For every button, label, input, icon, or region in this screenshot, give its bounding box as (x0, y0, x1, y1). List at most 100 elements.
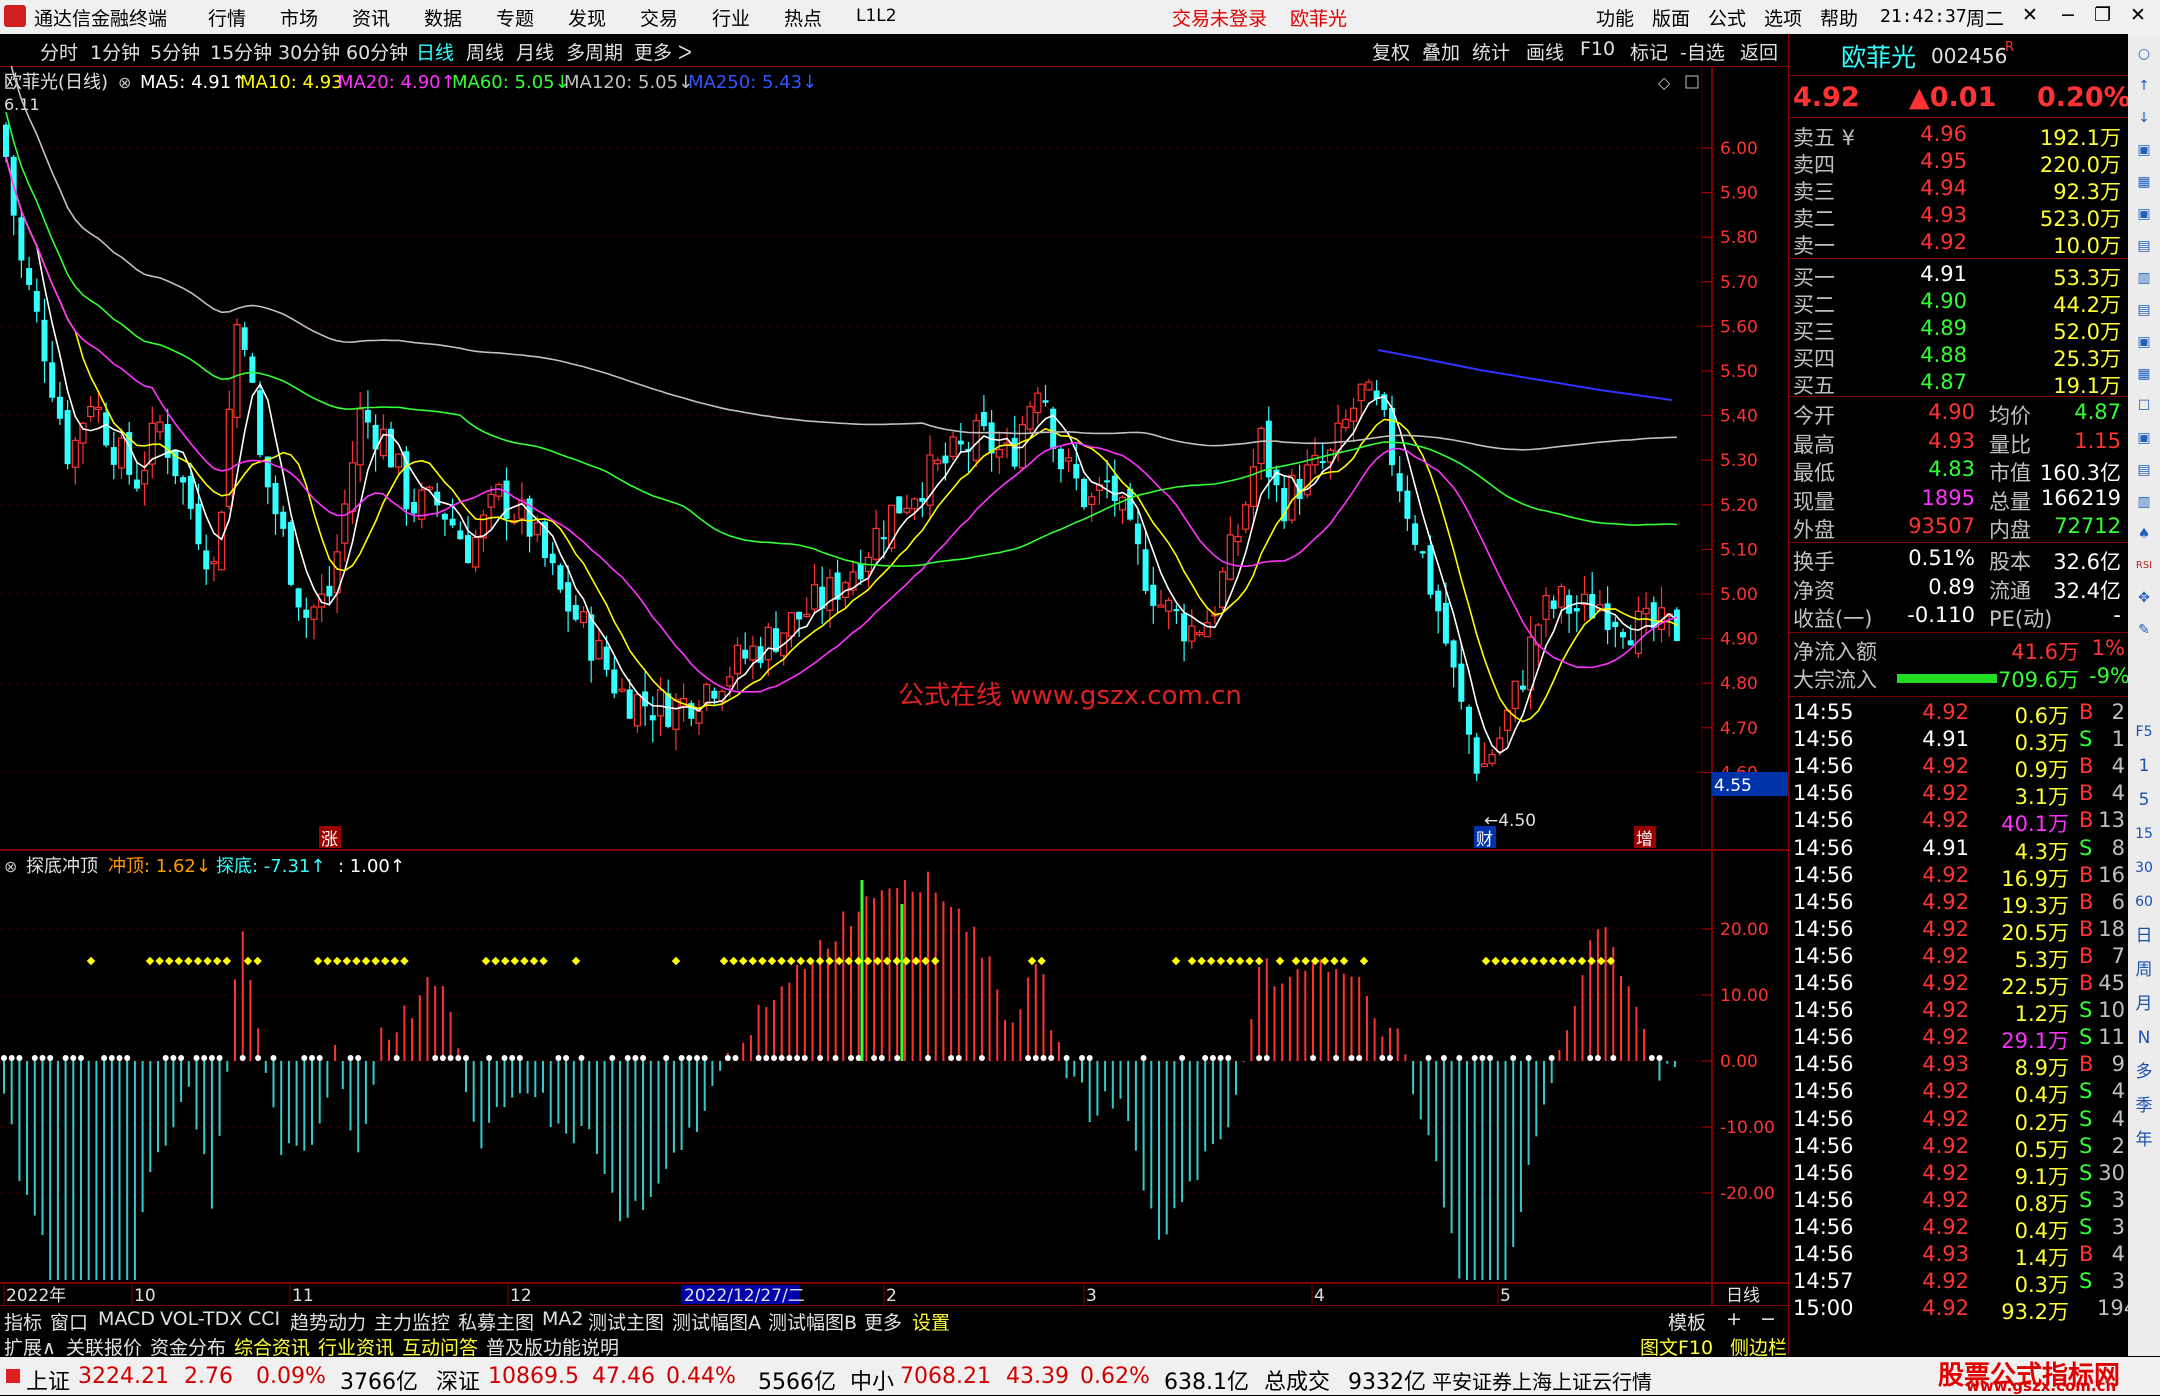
ask-price[interactable]: 4.95 (1877, 149, 1967, 176)
side-period-button[interactable]: 1 (2132, 754, 2156, 778)
close-panel-icon[interactable]: ✕ (2022, 4, 2038, 26)
tool-zixuan[interactable]: -自选 (1680, 38, 1725, 65)
side-period-button[interactable]: 日 (2132, 924, 2156, 948)
side-period-button[interactable]: 季 (2132, 1094, 2156, 1118)
zx-index-label[interactable]: 中小 (850, 1364, 894, 1396)
menu-hangye[interactable]: 行业 (712, 4, 750, 31)
period-30min[interactable]: 30分钟 (278, 38, 340, 65)
add-panel-button[interactable]: + (1726, 1308, 1742, 1330)
side-tool-icon[interactable]: ▥ (2132, 490, 2156, 514)
period-monthly[interactable]: 月线 (516, 38, 554, 65)
side-period-button[interactable]: 年 (2132, 1128, 2156, 1152)
side-tool-icon[interactable]: ▦ (2132, 362, 2156, 386)
kline-chart[interactable]: 欧菲光(日线) ⊗ MA5: 4.91↑ MA10: 4.93 MA20: 4.… (0, 66, 1788, 1306)
ask-price[interactable]: 4.93 (1877, 203, 1967, 230)
sh-index-label[interactable]: 上证 (26, 1364, 70, 1396)
side-tool-icon[interactable]: ▣ (2132, 330, 2156, 354)
tool-fuquan[interactable]: 复权 (1372, 38, 1410, 65)
menu-bangzhu[interactable]: 帮助 (1820, 4, 1858, 31)
bid-price[interactable]: 4.89 (1877, 316, 1967, 343)
login-status[interactable]: 交易未登录 (1172, 4, 1267, 31)
close-window-icon[interactable]: ✕ (2130, 4, 2146, 26)
menu-shuju[interactable]: 数据 (424, 4, 462, 31)
period-60min[interactable]: 60分钟 (346, 38, 408, 65)
menu-zhuanti[interactable]: 专题 (496, 4, 534, 31)
side-period-button[interactable]: 月 (2132, 992, 2156, 1016)
tab-hangyezixun[interactable]: 行业资讯 (318, 1333, 394, 1360)
diamond-icon[interactable]: ◇ (1658, 73, 1671, 92)
side-period-button[interactable]: 5 (2132, 788, 2156, 812)
tool-biaoji[interactable]: 标记 (1630, 38, 1668, 65)
tab-guanlianbaojia[interactable]: 关联报价 (66, 1333, 142, 1360)
side-tool-icon[interactable]: ▣ (2132, 426, 2156, 450)
period-1min[interactable]: 1分钟 (90, 38, 140, 65)
tool-huaxian[interactable]: 画线 (1526, 38, 1564, 65)
side-period-button[interactable]: 多 (2132, 1060, 2156, 1084)
menu-l1l2[interactable]: L1L2 (856, 6, 897, 26)
menu-gongshi[interactable]: 公式 (1708, 4, 1746, 31)
tab-cci[interactable]: CCI (248, 1308, 280, 1330)
menu-xuanxiang[interactable]: 选项 (1764, 4, 1802, 31)
tab-pujiban[interactable]: 普及版功能说明 (486, 1333, 619, 1360)
side-tool-icon[interactable]: ▣ (2132, 138, 2156, 162)
side-tool-icon[interactable]: ▤ (2132, 458, 2156, 482)
menu-zixun[interactable]: 资讯 (352, 4, 390, 31)
side-tool-icon[interactable]: ▣ (2132, 202, 2156, 226)
menu-shichang[interactable]: 市场 (280, 4, 318, 31)
side-tool-icon[interactable]: ✥ (2132, 586, 2156, 610)
period-weekly[interactable]: 周线 (466, 38, 504, 65)
tab-hudongwenda[interactable]: 互动问答 (402, 1333, 478, 1360)
side-tool-icon[interactable]: ▤ (2132, 234, 2156, 258)
side-period-button[interactable]: 60 (2132, 890, 2156, 914)
minimize-window-icon[interactable]: − (2060, 4, 2076, 26)
tool-tongji[interactable]: 统计 (1472, 38, 1510, 65)
menu-banmian[interactable]: 版面 (1652, 4, 1690, 31)
bid-price[interactable]: 4.91 (1877, 262, 1967, 289)
tool-diejia[interactable]: 叠加 (1422, 38, 1460, 65)
side-tool-icon[interactable]: ☐ (2132, 394, 2156, 418)
bid-price[interactable]: 4.88 (1877, 343, 1967, 370)
tab-ma2[interactable]: MA2 (542, 1308, 583, 1330)
restore-window-icon[interactable]: ❐ (2094, 4, 2111, 26)
side-period-button[interactable]: F5 (2132, 720, 2156, 744)
period-fenshi[interactable]: 分时 (40, 38, 78, 65)
menu-gongneng[interactable]: 功能 (1596, 4, 1634, 31)
tab-kuozhan[interactable]: 扩展∧ (4, 1333, 56, 1360)
tab-zonghezixun[interactable]: 综合资讯 (234, 1333, 310, 1360)
tab-macd[interactable]: MACD (98, 1308, 155, 1330)
tab-zijinfenbu[interactable]: 资金分布 (150, 1333, 226, 1360)
period-15min[interactable]: 15分钟 (210, 38, 272, 65)
menu-jiaoyi[interactable]: 交易 (640, 4, 678, 31)
ask-price[interactable]: 4.96 (1877, 122, 1967, 149)
sz-index-label[interactable]: 深证 (436, 1364, 480, 1396)
bid-price[interactable]: 4.90 (1877, 289, 1967, 316)
side-period-button[interactable]: 周 (2132, 958, 2156, 982)
side-period-button[interactable]: 15 (2132, 822, 2156, 846)
side-tool-icon[interactable]: ▦ (2132, 170, 2156, 194)
period-daily[interactable]: 日线 (416, 38, 454, 65)
side-tool-icon[interactable]: RSI (2132, 554, 2156, 578)
ask-price[interactable]: 4.94 (1877, 176, 1967, 203)
tab-tuwen-f10[interactable]: 图文F10 (1640, 1333, 1713, 1360)
side-tool-icon[interactable]: ↓ (2132, 106, 2156, 130)
panel-toggle-icon[interactable] (1685, 75, 1699, 89)
side-period-button[interactable]: 30 (2132, 856, 2156, 880)
side-tool-icon[interactable]: ▥ (2132, 266, 2156, 290)
close-panel-x-icon[interactable]: ⊗ (118, 73, 131, 92)
bid-price[interactable]: 4.87 (1877, 370, 1967, 397)
side-tool-icon[interactable]: ○ (2132, 42, 2156, 66)
tool-f10[interactable]: F10 (1580, 38, 1615, 60)
period-more[interactable]: 更多 ᐳ (634, 38, 692, 65)
side-tool-icon[interactable]: ✎ (2132, 618, 2156, 642)
side-tool-icon[interactable]: ↑ (2132, 74, 2156, 98)
tab-vol-tdx[interactable]: VOL-TDX (160, 1308, 242, 1330)
side-tool-icon[interactable]: ♠ (2132, 522, 2156, 546)
menu-faxian[interactable]: 发现 (568, 4, 606, 31)
tool-fanhui[interactable]: 返回 (1740, 38, 1778, 65)
period-multi[interactable]: 多周期 (566, 38, 623, 65)
side-period-button[interactable]: N (2132, 1026, 2156, 1050)
ask-price[interactable]: 4.92 (1877, 230, 1967, 257)
side-tool-icon[interactable]: ▤ (2132, 298, 2156, 322)
remove-panel-button[interactable]: − (1760, 1308, 1776, 1330)
menu-hangqing[interactable]: 行情 (208, 4, 246, 31)
